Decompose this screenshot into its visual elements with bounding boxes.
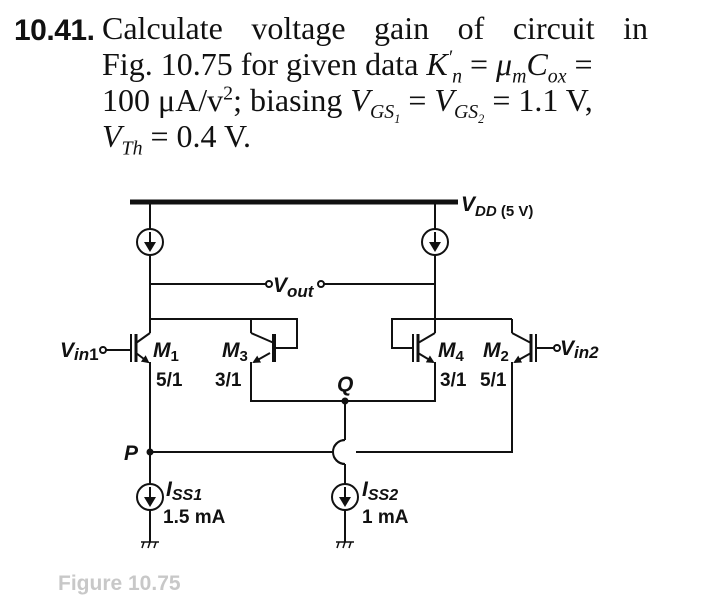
vin2-label: Vin2 [560,337,599,362]
iss1-label: ISS1 [166,478,202,504]
figure-caption: Figure 10.75 [58,572,181,595]
m2-ratio: 5/1 [480,370,507,391]
transistor-m1 [130,332,151,452]
vin1-label: Vin1 [60,339,99,364]
node-p-label: P [124,442,139,465]
vin1-terminal [99,346,107,354]
transistor-m4 [345,332,436,402]
vout-label: Vout [273,274,315,301]
current-source-right-icon [421,228,449,256]
m4-label: M4 [438,339,465,365]
m3-ratio: 3/1 [215,370,242,391]
m1-label: M1 [153,339,179,365]
iss2-label: ISS2 [362,478,398,504]
current-source-iss1-icon [136,483,164,511]
node-p-dot [146,448,154,456]
vdd-label: VDD (5 V) [461,193,533,220]
vout-terminal-right [317,280,325,288]
current-source-left-icon [136,228,164,256]
ground-right-icon [336,541,354,549]
m3-label: M3 [222,339,248,365]
node-q-dot [341,397,349,405]
m2-label: M2 [483,339,509,365]
ground-left-icon [141,541,159,549]
circuit-diagram: VDD (5 V) Vout Vin1 Vin2 M1 5/1 M3 3/1 M… [58,193,599,595]
current-source-iss2-icon [331,483,359,511]
iss2-value: 1 mA [362,507,409,528]
vout-terminal-left [265,280,273,288]
node-q-label: Q [337,373,353,396]
iss1-value: 1.5 mA [163,507,226,528]
m1-ratio: 5/1 [156,370,183,391]
m4-ratio: 3/1 [440,370,467,391]
